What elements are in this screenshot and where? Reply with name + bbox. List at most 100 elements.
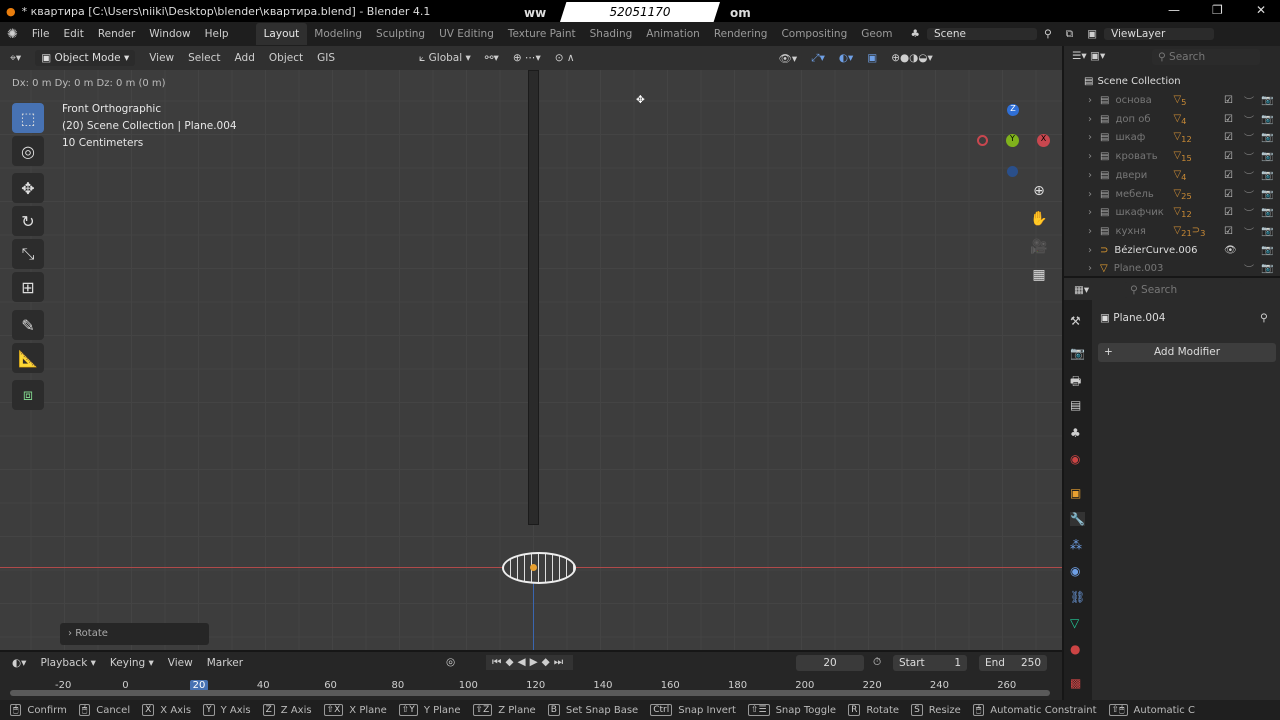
tab-sculpting[interactable]: Sculpting (369, 28, 432, 40)
outliner-item-name[interactable]: Plane.003 (1114, 263, 1172, 274)
render-camera-icon[interactable]: 📷 (1261, 95, 1273, 106)
tab-layout[interactable]: Layout (255, 23, 308, 45)
outliner-row[interactable]: › ▤ доп об ▽4 ☑ ︶ 📷 (1064, 110, 1280, 129)
hide-icon[interactable]: ︶ (1244, 93, 1254, 108)
pin-icon[interactable]: ⚲ (1260, 312, 1268, 324)
render-camera-icon[interactable]: 📷 (1261, 207, 1273, 218)
menu-view[interactable]: View (149, 52, 174, 64)
gizmo-neg-z[interactable] (1007, 166, 1018, 177)
render-camera-icon[interactable]: 📷 (1261, 245, 1273, 256)
exclude-checkbox[interactable]: ☑ (1224, 226, 1233, 237)
autokey-icon[interactable]: ◎ (446, 656, 455, 668)
object-tab-icon[interactable]: ▣ (1070, 486, 1081, 500)
render-camera-icon[interactable]: 📷 (1261, 151, 1273, 162)
outliner-item-name[interactable]: мебель (1115, 189, 1173, 200)
selected-object[interactable] (502, 552, 576, 584)
visibility-icon[interactable]: 👁▾ (779, 52, 798, 65)
gizmo-z[interactable]: Z (1007, 104, 1019, 116)
render-camera-icon[interactable]: 📷 (1261, 226, 1273, 237)
mode-dropdown[interactable]: ▣ Object Mode ▾ (35, 50, 136, 66)
blender-menu-icon[interactable]: ✺ (0, 27, 25, 42)
expand-icon[interactable]: › (1088, 226, 1092, 237)
tab-shading[interactable]: Shading (583, 28, 640, 40)
exclude-checkbox[interactable]: ☑ (1224, 170, 1233, 181)
render-camera-icon[interactable]: 📷 (1261, 114, 1273, 125)
exclude-checkbox[interactable]: ☑ (1224, 189, 1233, 200)
scene-tab-icon[interactable]: ♣ (1070, 426, 1081, 440)
maximize-button[interactable]: ❐ (1212, 3, 1223, 17)
exclude-checkbox[interactable]: ☑ (1224, 95, 1233, 106)
menu-playback[interactable]: Playback ▾ (40, 657, 95, 669)
menu-window[interactable]: Window (142, 28, 197, 40)
move-tool-icon[interactable]: ✥ (12, 173, 44, 203)
texture-tab-icon[interactable]: ▩ (1070, 676, 1081, 690)
hide-icon[interactable]: ︶ (1244, 261, 1254, 276)
camera-view-icon[interactable]: 🎥 (1028, 239, 1050, 261)
current-frame-field[interactable]: 20 (796, 655, 864, 671)
proportional-edit-icon[interactable]: ⊙ ∧ (555, 52, 575, 64)
physics-tab-icon[interactable]: ◉ (1070, 564, 1080, 578)
close-button[interactable]: ✕ (1256, 3, 1266, 17)
menu-add[interactable]: Add (235, 52, 255, 64)
measure-tool-icon[interactable]: 📐 (12, 343, 44, 373)
tool-tab-icon[interactable]: ⚒ (1070, 314, 1081, 328)
menu-render[interactable]: Render (91, 28, 142, 40)
pan-hand-icon[interactable]: ✋ (1028, 211, 1050, 233)
cursor-tool-icon[interactable]: ◎ (12, 136, 44, 166)
outliner-item-name[interactable]: шкафчик (1115, 207, 1173, 218)
particles-tab-icon[interactable]: ⁂ (1070, 538, 1082, 552)
exclude-checkbox[interactable]: ☑ (1224, 151, 1233, 162)
hide-icon[interactable]: ︶ (1244, 168, 1254, 183)
viewlayer-icon[interactable]: ▣ (1080, 28, 1104, 40)
gizmo-y[interactable]: Y (1006, 134, 1019, 147)
outliner-row[interactable]: › ▽ Plane.003 ︶ 📷 (1064, 259, 1280, 278)
add-modifier-button[interactable]: + Add Modifier (1098, 343, 1276, 362)
hide-icon[interactable]: ︶ (1244, 205, 1254, 220)
menu-marker[interactable]: Marker (207, 657, 243, 669)
stopwatch-icon[interactable]: ⏱ (873, 656, 881, 669)
pin-icon[interactable]: ⚲ (1037, 28, 1059, 40)
tab-texture-paint[interactable]: Texture Paint (501, 28, 583, 40)
render-camera-icon[interactable]: 📷 (1261, 170, 1273, 181)
menu-help[interactable]: Help (198, 28, 236, 40)
render-camera-icon[interactable]: 📷 (1261, 189, 1273, 200)
tab-uv-editing[interactable]: UV Editing (432, 28, 501, 40)
expand-icon[interactable]: › (1088, 95, 1092, 106)
expand-icon[interactable]: › (1088, 132, 1092, 143)
new-scene-icon[interactable]: ⧉ (1059, 28, 1081, 41)
expand-icon[interactable]: › (1088, 114, 1092, 125)
operator-panel-rotate[interactable]: › Rotate (60, 623, 209, 645)
gizmo-neg-x[interactable] (977, 135, 988, 146)
outliner-item-name[interactable]: шкаф (1115, 132, 1173, 143)
tab-geometry-nodes[interactable]: Geom (854, 28, 899, 40)
outliner-item-name[interactable]: доп об (1115, 114, 1173, 125)
scale-tool-icon[interactable]: ⤡ (12, 239, 44, 269)
world-tab-icon[interactable]: ◉ (1070, 452, 1080, 466)
menu-gis[interactable]: GIS (317, 52, 335, 64)
timeline-editor-icon[interactable]: ◐▾ (12, 657, 26, 669)
viewlayer-selector[interactable]: ViewLayer (1104, 28, 1215, 40)
modifier-tab-icon[interactable]: 🔧 (1070, 512, 1085, 526)
add-cube-tool-icon[interactable]: ⧈ (12, 380, 44, 410)
hide-icon[interactable]: ︶ (1244, 130, 1254, 145)
visibility-icon[interactable]: 👁 (1224, 245, 1237, 256)
minimize-button[interactable]: — (1168, 3, 1180, 17)
gizmo-x[interactable]: X (1037, 134, 1050, 147)
constraints-tab-icon[interactable]: ⛓ (1070, 590, 1085, 604)
outliner-item-name[interactable]: кровать (1115, 151, 1173, 162)
transform-tool-icon[interactable]: ⊞ (12, 272, 44, 302)
outliner-row[interactable]: › ⊃ BézierCurve.006 👁 📷 (1064, 241, 1280, 260)
outliner-item-name[interactable]: кухня (1115, 226, 1173, 237)
render-tab-icon[interactable]: 📷 (1070, 346, 1085, 360)
outliner-item-name[interactable]: основа (1115, 95, 1173, 106)
exclude-checkbox[interactable]: ☑ (1224, 132, 1233, 143)
hide-icon[interactable]: ︶ (1244, 149, 1254, 164)
view-layer-tab-icon[interactable]: ▤ (1070, 398, 1081, 412)
timeline-scrollbar[interactable] (10, 690, 1050, 696)
ortho-grid-icon[interactable]: ▦ (1028, 267, 1050, 289)
tab-modeling[interactable]: Modeling (307, 28, 369, 40)
overlay-icon[interactable]: ◐▾ (839, 52, 853, 64)
outliner-row[interactable]: › ▤ кухня ▽21 ⊃3 ☑ ︶ 📷 (1064, 222, 1280, 241)
wall-object[interactable] (528, 70, 539, 525)
editor-type-icon[interactable]: ⌖▾ (10, 52, 21, 65)
